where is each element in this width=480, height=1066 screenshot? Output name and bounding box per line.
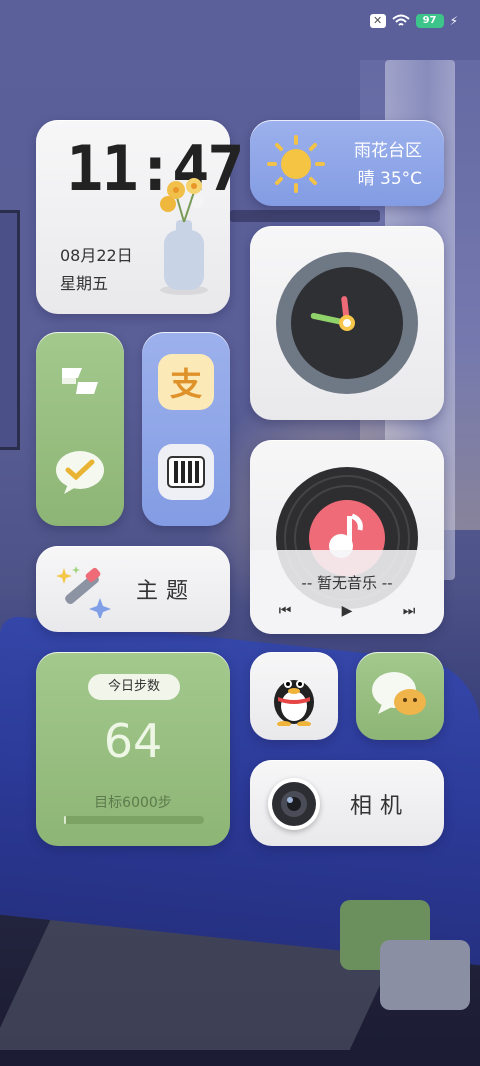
theme-widget[interactable]: 主题 [36, 546, 230, 632]
steps-title: 今日步数 [88, 674, 180, 700]
music-widget[interactable]: -- 暂无音乐 -- ⏮ ▶ ⏭ [250, 440, 444, 634]
charging-bolt-icon: ⚡ [449, 14, 458, 28]
camera-lens-icon [268, 778, 320, 830]
play-icon[interactable]: ▶ [336, 600, 358, 622]
qq-app-widget[interactable] [250, 652, 338, 740]
steps-goal: 目标6000步 [94, 795, 172, 811]
wechat-app-widget[interactable] [356, 652, 444, 740]
previous-track-icon[interactable]: ⏮ [274, 600, 296, 622]
camera-widget[interactable]: 相机 [250, 760, 444, 846]
wallpaper-puzzle-piece [380, 940, 470, 1010]
wallpaper-puzzle-piece [340, 900, 430, 970]
wechat-check-icon[interactable] [52, 444, 108, 500]
status-bar: ✕ 97 ⚡ [369, 10, 458, 32]
weather-widget[interactable]: 雨花台区 晴 35°C [250, 120, 444, 206]
steps-progress-bar [64, 816, 204, 824]
no-sim-icon: ✕ [369, 14, 386, 28]
next-track-icon[interactable]: ⏭ [398, 600, 420, 622]
wallpaper-floor [0, 880, 480, 1066]
magic-wand-icon [56, 566, 111, 618]
flower-vase-icon [160, 178, 208, 295]
alipay-icon[interactable]: 支 [158, 354, 214, 410]
qq-penguin-icon [274, 680, 314, 726]
steps-count: 64 [103, 714, 163, 768]
clock-widget[interactable]: 11:47 08月22日 星期五 [36, 120, 245, 314]
battery-indicator: 97 [415, 14, 444, 28]
wallpaper-rug [0, 920, 411, 1050]
weather-location: 雨花台区 [354, 141, 422, 161]
feishu-lark-icon[interactable] [52, 354, 108, 410]
analog-clock-widget[interactable] [250, 226, 444, 420]
wallpaper-shelf [230, 210, 380, 222]
music-status-text: -- 暂无音乐 -- [301, 574, 393, 592]
app-stack-blue: 支 [142, 332, 230, 526]
wechat-icon [372, 672, 426, 715]
wallpaper-picture-frame [0, 210, 20, 450]
sun-icon [267, 135, 325, 193]
wifi-icon [391, 14, 410, 26]
camera-label: 相机 [350, 794, 411, 819]
analog-clock-face [276, 252, 418, 394]
weekday-label: 星期五 [60, 274, 109, 293]
steps-widget[interactable]: 今日步数 64 目标6000步 [36, 652, 230, 846]
app-stack-green [36, 332, 124, 526]
theme-label: 主题 [136, 579, 197, 604]
piano-keys-icon[interactable] [158, 444, 214, 500]
date-label: 08月22日 [60, 246, 133, 265]
steps-progress-fill [64, 816, 66, 824]
weather-condition-temp: 晴 35°C [357, 169, 422, 189]
